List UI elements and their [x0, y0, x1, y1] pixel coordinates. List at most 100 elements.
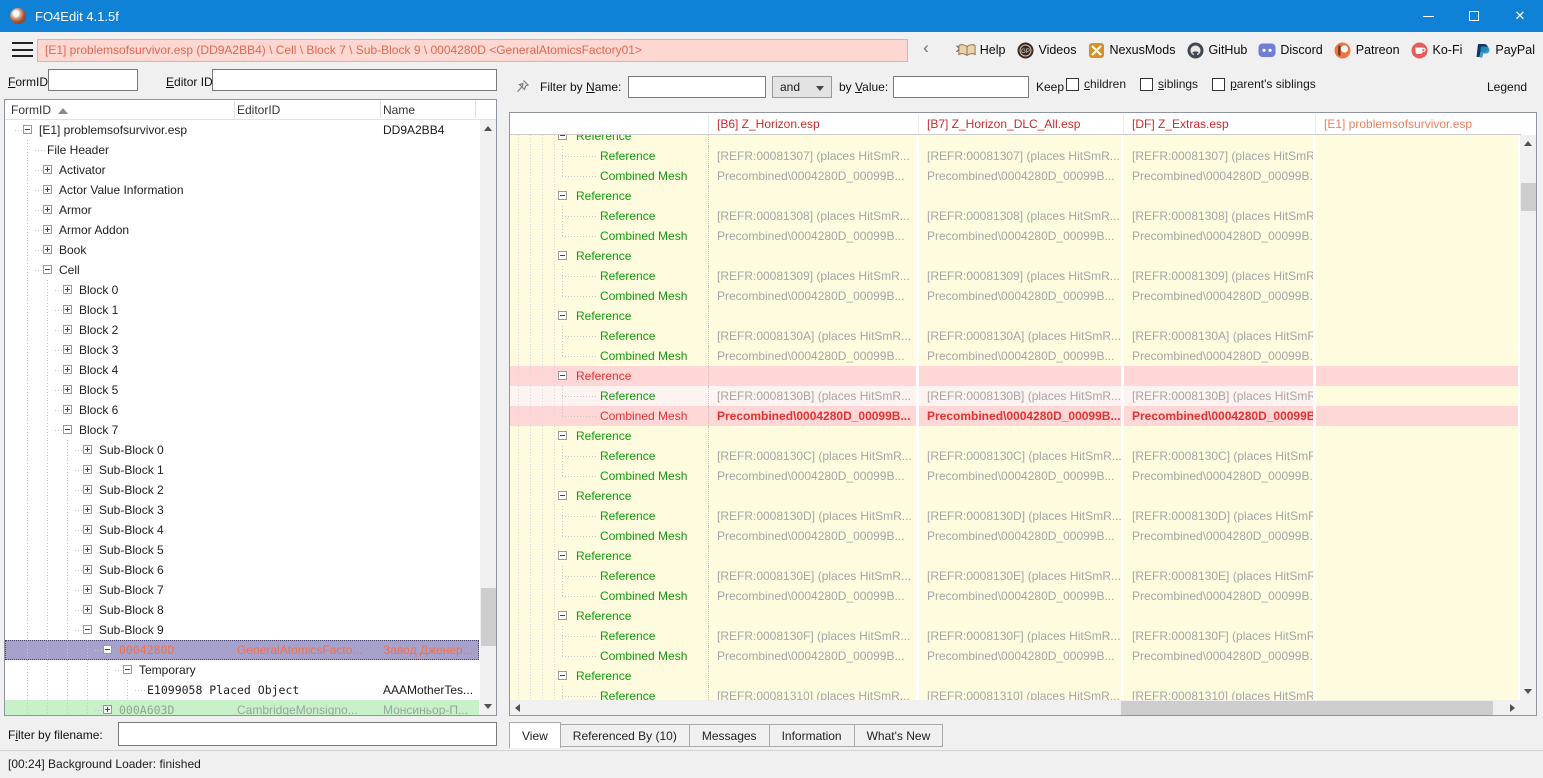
record-node-label[interactable]: Reference [600, 449, 655, 463]
table-vscrollbar-thumb[interactable] [1521, 183, 1536, 211]
value-cell[interactable] [1316, 546, 1518, 566]
value-cell[interactable]: [REFR:00081310] (places HitSmR... [709, 686, 916, 700]
value-cell[interactable] [709, 606, 916, 626]
value-cell[interactable] [1124, 246, 1313, 266]
expand-icon[interactable] [83, 565, 92, 574]
record-node-label[interactable]: Combined Mesh [600, 469, 687, 483]
value-cell[interactable]: Precombined\0004280D_00099B... [709, 346, 916, 366]
name-cell[interactable]: AAAMotherTes... [383, 683, 477, 697]
expand-icon[interactable] [83, 445, 92, 454]
expand-icon[interactable] [63, 285, 72, 294]
reference-group-row[interactable]: Reference [510, 666, 1521, 686]
tree-row[interactable]: 0004280DGeneralAtomicsFacto...Завод Джен… [5, 640, 479, 660]
value-cell[interactable]: Precombined\0004280D_00099B... [919, 586, 1121, 606]
formid-cell[interactable]: Block 6 [79, 403, 118, 417]
expand-icon[interactable] [43, 205, 52, 214]
record-tree-cell[interactable]: Reference [510, 486, 709, 506]
reference-group-row[interactable]: Reference [510, 486, 1521, 506]
formid-cell[interactable]: Block 4 [79, 363, 118, 377]
record-node-label[interactable]: Reference [600, 269, 655, 283]
record-node-label[interactable]: Reference [576, 189, 631, 203]
value-cell[interactable] [1316, 426, 1518, 446]
value-cell[interactable]: [REFR:00081308] (places HitSmR... [1124, 206, 1313, 226]
collapse-icon[interactable] [558, 611, 567, 620]
formid-input[interactable] [48, 69, 138, 91]
value-cell[interactable] [1316, 666, 1518, 686]
tree-row[interactable]: Sub-Block 8 [5, 600, 479, 620]
formid-cell[interactable]: 0004280D [119, 643, 174, 657]
legend-link[interactable]: Legend [1487, 80, 1527, 94]
value-cell[interactable]: [REFR:0008130A] (places HitSmR... [709, 326, 916, 346]
record-node-label[interactable]: Reference [576, 135, 631, 143]
value-cell[interactable]: Precombined\0004280D_00099B... [919, 466, 1121, 486]
collapse-icon[interactable] [558, 371, 567, 380]
value-cell[interactable] [709, 135, 916, 146]
tree-row[interactable]: 000A603DCambridgeMonsigno...Монсиньор-П.… [5, 700, 479, 715]
record-tree-cell[interactable]: Reference [510, 426, 709, 446]
tree-row[interactable]: Block 3 [5, 340, 479, 360]
value-cell[interactable] [919, 366, 1121, 386]
record-node-label[interactable]: Reference [576, 429, 631, 443]
value-cell[interactable]: Precombined\0004280D_00099B... [919, 226, 1121, 246]
tab-information[interactable]: Information [770, 724, 855, 747]
tree-row[interactable]: Block 6 [5, 400, 479, 420]
tree-row[interactable]: Block 0 [5, 280, 479, 300]
tree-row[interactable]: Sub-Block 2 [5, 480, 479, 500]
value-cell[interactable]: Precombined\0004280D_00099B... [1124, 466, 1313, 486]
tree-vscrollbar-thumb[interactable] [481, 588, 496, 646]
formid-cell[interactable]: Block 0 [79, 283, 118, 297]
combined-mesh-row[interactable]: Combined MeshPrecombined\0004280D_00099B… [510, 526, 1521, 546]
value-cell[interactable]: [REFR:0008130A] (places HitSmR... [1124, 326, 1313, 346]
toolbar-link-help[interactable]: Help [958, 41, 1006, 59]
value-cell[interactable]: Precombined\0004280D_00099B... [1124, 526, 1313, 546]
expand-icon[interactable] [83, 585, 92, 594]
keep-option-siblings[interactable]: siblings [1140, 77, 1198, 91]
tree-row[interactable]: Activator [5, 160, 479, 180]
value-cell[interactable]: Precombined\0004280D_00099B... [709, 646, 916, 666]
filter-operator-select[interactable]: and [772, 76, 832, 98]
record-tree-cell[interactable]: Reference [510, 386, 709, 406]
value-cell[interactable] [1316, 346, 1518, 366]
tree-row[interactable]: Temporary [5, 660, 479, 680]
value-cell[interactable]: [REFR:0008130C] (places HitSmR... [709, 446, 916, 466]
combined-mesh-row[interactable]: Combined Mesh Precombined\0004280D_00099B… [510, 406, 1521, 426]
value-cell[interactable]: Precombined\0004280D_00099B... [1124, 406, 1313, 426]
filter-by-name-input[interactable] [628, 76, 766, 98]
record-tree-cell[interactable]: Combined Mesh [510, 406, 709, 426]
reference-group-row[interactable]: Reference [510, 426, 1521, 446]
formid-cell[interactable]: Sub-Block 7 [99, 583, 164, 597]
value-cell[interactable]: [REFR:0008130B] (places HitSmR... [709, 386, 916, 406]
value-cell[interactable] [1316, 446, 1518, 466]
formid-cell[interactable]: Actor Value Information [59, 183, 184, 197]
record-node-label[interactable]: Reference [600, 689, 655, 700]
table-vscrollbar[interactable] [1520, 135, 1537, 700]
value-cell[interactable] [919, 486, 1121, 506]
value-cell[interactable]: Precombined\0004280D_00099B... [709, 166, 916, 186]
value-cell[interactable]: Precombined\0004280D_00099B... [919, 286, 1121, 306]
record-node-label[interactable]: Reference [576, 309, 631, 323]
combined-mesh-row[interactable]: Combined MeshPrecombined\0004280D_00099B… [510, 286, 1521, 306]
tree-row[interactable]: Actor Value Information [5, 180, 479, 200]
value-cell[interactable]: [REFR:00081308] (places HitSmR... [919, 206, 1121, 226]
record-node-label[interactable]: Combined Mesh [600, 649, 687, 663]
value-cell[interactable] [1316, 286, 1518, 306]
toolbar-link-nexusmods[interactable]: NexusMods [1087, 41, 1175, 59]
record-tree-cell[interactable]: Reference [510, 366, 709, 386]
record-tree-cell[interactable]: Reference [510, 666, 709, 686]
value-cell[interactable] [1316, 306, 1518, 326]
value-cell[interactable]: Precombined\0004280D_00099B... [1124, 166, 1313, 186]
value-cell[interactable] [1316, 646, 1518, 666]
formid-cell[interactable]: Sub-Block 1 [99, 463, 164, 477]
collapse-icon[interactable] [558, 671, 567, 680]
value-cell[interactable] [709, 186, 916, 206]
value-cell[interactable] [709, 426, 916, 446]
value-cell[interactable]: [REFR:0008130A] (places HitSmR... [919, 326, 1121, 346]
tree-row[interactable]: Sub-Block 3 [5, 500, 479, 520]
value-cell[interactable]: Precombined\0004280D_00099B... [919, 406, 1121, 426]
formid-cell[interactable]: Cell [59, 263, 80, 277]
record-tree-cell[interactable]: Reference [510, 306, 709, 326]
record-node-label[interactable]: Combined Mesh [600, 169, 687, 183]
value-cell[interactable] [1124, 666, 1313, 686]
combined-mesh-row[interactable]: Combined MeshPrecombined\0004280D_00099B… [510, 346, 1521, 366]
reference-group-row[interactable]: Reference [510, 135, 1521, 146]
